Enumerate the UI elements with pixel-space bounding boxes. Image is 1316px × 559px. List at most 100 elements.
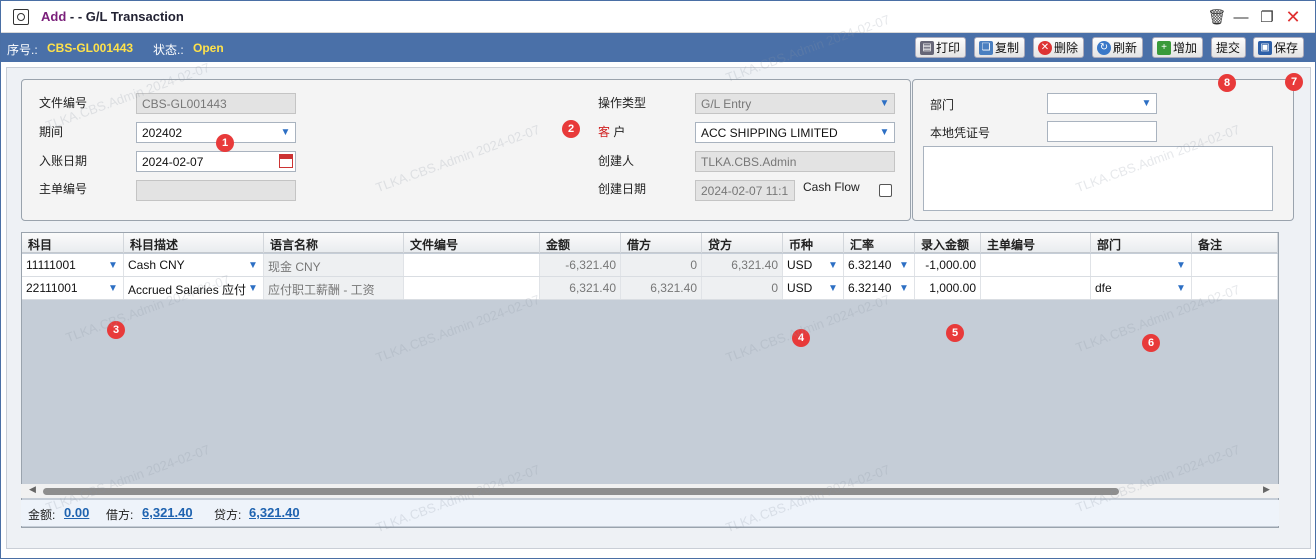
save-button[interactable]: ▣ 保存 xyxy=(1253,37,1305,58)
cell-lang-name: 应付职工薪酬 - 工资 xyxy=(264,277,404,299)
table-row[interactable]: 11111001 ▼ Cash CNY ▼ 现金 CNY -6,321.40 0 6… xyxy=(22,254,1278,277)
state-value: Open xyxy=(193,41,224,55)
total-credit-label: 贷方: xyxy=(214,508,242,522)
chevron-down-icon[interactable]: ▼ xyxy=(244,256,262,274)
restore-icon[interactable]: ❐ xyxy=(1257,7,1277,27)
total-amount-link[interactable]: 0.00 xyxy=(64,505,89,520)
delete-icon: ✕ xyxy=(1038,40,1052,55)
close-icon[interactable]: ✕ xyxy=(1283,7,1303,27)
total-credit-link[interactable]: 6,321.40 xyxy=(249,505,300,520)
cell-account[interactable]: 22111001 ▼ xyxy=(22,277,124,299)
scroll-left-icon[interactable]: ◀ xyxy=(29,484,36,495)
annotation-badge: 7 xyxy=(1285,73,1303,91)
local-voucher-label: 本地凭证号 xyxy=(930,126,991,140)
cell-rate[interactable]: 6.32140 ▼ xyxy=(844,254,915,276)
total-amount-label: 金额: xyxy=(28,508,56,522)
delete-button[interactable]: ✕ 删除 xyxy=(1033,37,1085,58)
copy-button[interactable]: ❏ 复制 xyxy=(974,37,1026,58)
cell-account-value: 22111001 xyxy=(26,281,78,295)
scroll-right-icon[interactable]: ▶ xyxy=(1263,484,1270,495)
customer-label-part-1: 客 xyxy=(598,125,611,139)
total-debit-link[interactable]: 6,321.40 xyxy=(142,505,193,520)
scrollbar-thumb[interactable] xyxy=(43,488,1119,495)
col-dept[interactable]: 部门 xyxy=(1091,233,1192,253)
chevron-down-icon[interactable]: ▼ xyxy=(276,123,295,142)
chevron-down-icon[interactable]: ▼ xyxy=(824,256,842,274)
col-lang-name[interactable]: 语言名称 xyxy=(264,233,404,253)
printer-icon: ▤ xyxy=(920,40,934,55)
cell-amount: 6,321.40 xyxy=(540,277,621,299)
trash-icon[interactable]: 🗑 xyxy=(1207,7,1227,27)
cell-desc[interactable]: Cash CNY ▼ xyxy=(124,254,264,276)
chevron-down-icon[interactable]: ▼ xyxy=(1172,256,1190,274)
chevron-down-icon[interactable]: ▼ xyxy=(104,256,122,274)
refresh-icon: ↻ xyxy=(1097,40,1111,55)
cell-rate[interactable]: 6.32140 ▼ xyxy=(844,277,915,299)
chevron-down-icon[interactable]: ▼ xyxy=(104,279,122,297)
print-button[interactable]: ▤ 打印 xyxy=(915,37,967,58)
cell-entry-amount[interactable]: -1,000.00 xyxy=(915,254,981,276)
chevron-down-icon[interactable]: ▼ xyxy=(895,256,913,274)
chevron-down-icon[interactable]: ▼ xyxy=(244,279,262,297)
add-label: 增加 xyxy=(1173,41,1198,55)
cell-rate-value: 6.32140 xyxy=(848,281,892,295)
cell-desc[interactable]: Accrued Salaries 应付 ▼ xyxy=(124,277,264,299)
refresh-button[interactable]: ↻ 刷新 xyxy=(1092,37,1144,58)
add-button[interactable]: + 增加 xyxy=(1152,37,1204,58)
grid-header: 科目 科目描述 语言名称 文件编号 金额 借方 贷方 币种 汇率 录入金额 主单… xyxy=(22,233,1278,253)
window-title-mode: Add xyxy=(41,9,67,24)
cell-dept[interactable]: dfe ▼ xyxy=(1091,277,1192,299)
cash-flow-checkbox[interactable] xyxy=(879,184,892,197)
refresh-label: 刷新 xyxy=(1113,41,1138,55)
col-debit[interactable]: 借方 xyxy=(621,233,702,253)
table-row[interactable]: 22111001 ▼ Accrued Salaries 应付 ▼ 应付职工薪酬 - … xyxy=(22,277,1278,300)
submit-button[interactable]: 提交 xyxy=(1211,37,1247,58)
op-type-value: G/L Entry xyxy=(701,97,752,111)
customer-select[interactable]: ACC SHIPPING LIMITED ▼ xyxy=(695,122,895,143)
remarks-textarea[interactable] xyxy=(923,146,1273,211)
master-no-field xyxy=(136,180,296,201)
post-date-field[interactable]: 2024-02-07 xyxy=(136,151,296,172)
chevron-down-icon[interactable]: ▼ xyxy=(1172,279,1190,297)
chevron-down-icon[interactable]: ▼ xyxy=(875,123,894,142)
col-account[interactable]: 科目 xyxy=(22,233,124,253)
serial-label: 序号.: xyxy=(7,43,38,57)
totals-bar: 金额: 0.00 借方: 6,321.40 贷方: 6,321.40 xyxy=(21,500,1279,526)
col-remark[interactable]: 备注 xyxy=(1192,233,1278,253)
cell-doc-no[interactable] xyxy=(404,277,540,299)
col-rate[interactable]: 汇率 xyxy=(844,233,915,253)
op-type-select: G/L Entry ▼ xyxy=(695,93,895,114)
col-credit[interactable]: 贷方 xyxy=(702,233,783,253)
col-doc-no[interactable]: 文件编号 xyxy=(404,233,540,253)
col-entry-amount[interactable]: 录入金额 xyxy=(915,233,981,253)
chevron-down-icon[interactable]: ▼ xyxy=(1137,94,1156,113)
cell-remark[interactable] xyxy=(1192,277,1278,299)
col-amount[interactable]: 金额 xyxy=(540,233,621,253)
header-form-panel: 文件编号 CBS-GL001443 期间 202402 ▼ 入账日期 2024-… xyxy=(21,79,911,221)
chevron-down-icon[interactable]: ▼ xyxy=(895,279,913,297)
cell-currency[interactable]: USD ▼ xyxy=(783,254,844,276)
annotation-badge: 8 xyxy=(1218,74,1236,92)
cell-master-no[interactable] xyxy=(981,254,1091,276)
total-debit-label: 借方: xyxy=(106,508,134,522)
minimize-icon[interactable]: — xyxy=(1231,7,1251,27)
calendar-icon[interactable] xyxy=(279,154,293,168)
dept-select[interactable]: ▼ xyxy=(1047,93,1157,114)
cell-account[interactable]: 11111001 ▼ xyxy=(22,254,124,276)
chevron-down-icon[interactable]: ▼ xyxy=(824,279,842,297)
col-master-no[interactable]: 主单编号 xyxy=(981,233,1091,253)
cell-master-no[interactable] xyxy=(981,277,1091,299)
cell-account-value: 11111001 xyxy=(26,258,76,272)
cell-remark[interactable] xyxy=(1192,254,1278,276)
cell-dept[interactable]: ▼ xyxy=(1091,254,1192,276)
cell-debit: 6,321.40 xyxy=(621,277,702,299)
customer-label-part-2: 户 xyxy=(613,125,626,139)
horizontal-scrollbar[interactable]: ◀ ▶ xyxy=(21,484,1279,498)
col-desc[interactable]: 科目描述 xyxy=(124,233,264,253)
local-voucher-field[interactable] xyxy=(1047,121,1157,142)
cell-doc-no[interactable] xyxy=(404,254,540,276)
col-currency[interactable]: 币种 xyxy=(783,233,844,253)
cell-entry-amount[interactable]: 1,000.00 xyxy=(915,277,981,299)
annotation-badge: 1 xyxy=(216,134,234,152)
cell-currency[interactable]: USD ▼ xyxy=(783,277,844,299)
